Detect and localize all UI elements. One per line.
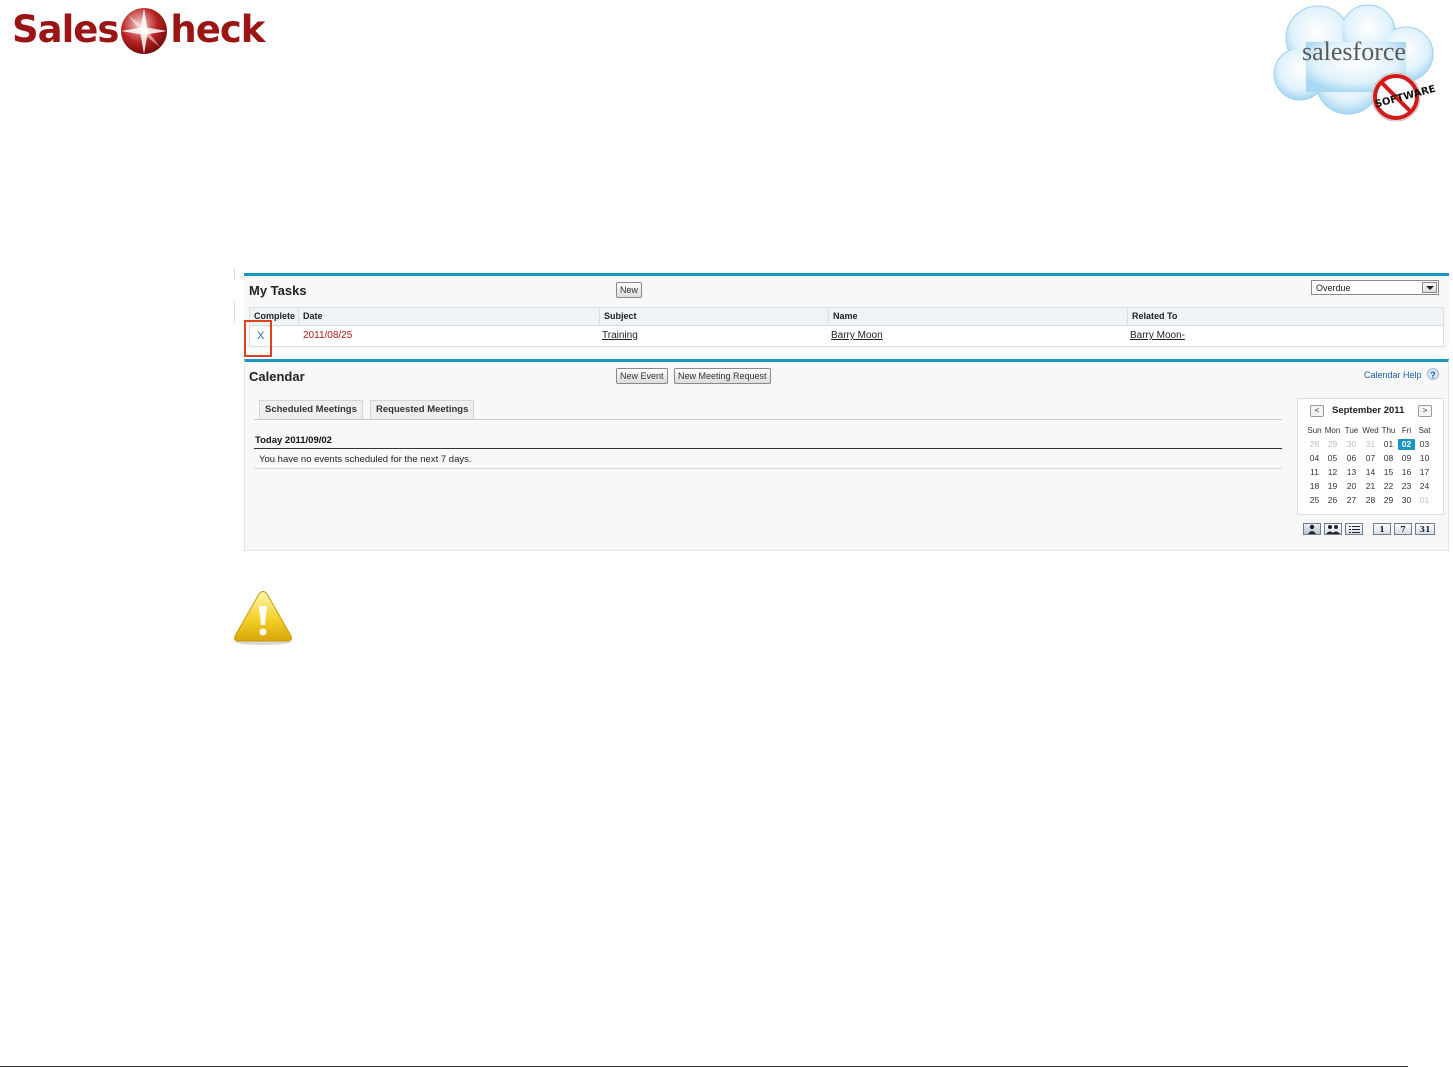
single-user-view-button[interactable] [1303, 523, 1321, 535]
list-view-button[interactable] [1345, 523, 1363, 535]
month-view-button[interactable]: 31 [1415, 523, 1435, 535]
calendar-day[interactable]: 31 [1362, 439, 1379, 450]
table-header-row: Complete Date Subject Name Related To [250, 308, 1443, 326]
calendar-day[interactable]: 27 [1343, 495, 1360, 506]
calendar-day[interactable]: 24 [1416, 481, 1433, 492]
tasks-table: Complete Date Subject Name Related To X … [249, 307, 1444, 347]
salesforce-wordmark: salesforce [1302, 37, 1406, 66]
my-tasks-panel: My Tasks New Overdue Complete Date Subje… [244, 273, 1449, 349]
highlight-annotation-box [244, 320, 272, 357]
new-meeting-request-button[interactable]: New Meeting Request [674, 368, 771, 384]
column-header-related-to[interactable]: Related To [1127, 308, 1444, 325]
calendar-day[interactable]: 23 [1398, 481, 1415, 492]
calendar-day[interactable]: 30 [1398, 495, 1415, 506]
help-icon[interactable]: ? [1427, 368, 1439, 380]
weekday-label: Thu [1381, 426, 1396, 435]
weekday-label: Sat [1418, 426, 1431, 435]
prev-month-button[interactable]: < [1310, 405, 1324, 417]
today-date-label: Today 2011/09/02 [255, 435, 332, 446]
column-header-date[interactable]: Date [298, 308, 598, 325]
footer-divider [0, 1066, 1408, 1067]
new-task-button[interactable]: New [616, 282, 643, 298]
logo-globe-icon [121, 8, 168, 54]
calendar-day[interactable]: 26 [1324, 495, 1341, 506]
calendar-day[interactable]: 25 [1306, 495, 1323, 506]
divider [234, 268, 235, 280]
column-header-name[interactable]: Name [828, 308, 1127, 325]
calendar-help-link[interactable]: Calendar Help [1364, 370, 1422, 380]
calendar-day[interactable]: 30 [1343, 439, 1360, 450]
task-related-to-link[interactable]: Barry Moon- [1130, 330, 1185, 341]
calendar-day[interactable]: 19 [1324, 481, 1341, 492]
calendar-day[interactable]: 07 [1362, 453, 1379, 464]
column-header-subject[interactable]: Subject [599, 308, 828, 325]
saleschek-logo: Sales heck [12, 4, 265, 56]
salesforce-cloud-logo: salesforce SOFTWARE [1273, 4, 1437, 122]
new-event-button[interactable]: New Event [616, 368, 668, 384]
calendar-day[interactable]: 08 [1380, 453, 1397, 464]
divider [254, 448, 1282, 449]
calendar-day[interactable]: 29 [1380, 495, 1397, 506]
calendar-day[interactable]: 18 [1306, 481, 1323, 492]
my-tasks-title: My Tasks [249, 283, 307, 298]
weekday-label: Fri [1401, 426, 1412, 435]
calendar-day[interactable]: 01 [1416, 495, 1433, 506]
calendar-panel: Calendar New Event New Meeting Request C… [244, 359, 1449, 551]
no-events-message: You have no events scheduled for the nex… [259, 454, 472, 465]
people-icon [1326, 525, 1340, 534]
chevron-down-icon[interactable] [1422, 282, 1437, 293]
calendar-day[interactable]: 28 [1362, 495, 1379, 506]
calendar-day[interactable]: 09 [1398, 453, 1415, 464]
calendar-day[interactable]: 03 [1416, 439, 1433, 450]
calendar-day[interactable]: 17 [1416, 467, 1433, 478]
mini-calendar: < September 2011 > Sun Mon Tue Wed Thu Fri Sat… [1297, 398, 1444, 515]
calendar-day[interactable]: 15 [1380, 467, 1397, 478]
divider [254, 468, 1282, 469]
task-date: 2011/08/25 [303, 330, 353, 341]
task-view-selected-value: Overdue [1316, 283, 1351, 293]
task-name-link[interactable]: Barry Moon [831, 330, 883, 341]
tab-requested-meetings[interactable]: Requested Meetings [370, 400, 475, 419]
list-icon [1349, 526, 1360, 533]
next-month-button[interactable]: > [1418, 405, 1432, 417]
calendar-day[interactable]: 11 [1306, 467, 1323, 478]
calendar-day[interactable]: 20 [1343, 481, 1360, 492]
weekday-label: Mon [1324, 426, 1341, 435]
calendar-day[interactable]: 21 [1362, 481, 1379, 492]
calendar-day[interactable]: 02 [1398, 439, 1415, 450]
calendar-day[interactable]: 12 [1324, 467, 1341, 478]
calendar-day[interactable]: 06 [1343, 453, 1360, 464]
weekday-label: Tue [1344, 426, 1359, 435]
calendar-day[interactable]: 22 [1380, 481, 1397, 492]
divider [234, 302, 235, 322]
no-software-stamp-icon: SOFTWARE [1371, 72, 1437, 122]
calendar-day[interactable]: 14 [1362, 467, 1379, 478]
logo-text-left: Sales [12, 8, 119, 51]
calendar-day[interactable]: 01 [1380, 439, 1397, 450]
calendar-day[interactable]: 05 [1324, 453, 1341, 464]
calendar-day[interactable]: 16 [1398, 467, 1415, 478]
week-view-button[interactable]: 7 [1394, 523, 1412, 535]
calendar-day[interactable]: 13 [1343, 467, 1360, 478]
warning-icon [234, 591, 292, 645]
weekday-label: Sun [1307, 426, 1322, 435]
calendar-day[interactable]: 10 [1416, 453, 1433, 464]
mini-calendar-month-title: September 2011 [1332, 405, 1405, 416]
calendar-day[interactable]: 29 [1324, 439, 1341, 450]
calendar-day[interactable]: 28 [1306, 439, 1323, 450]
calendar-day[interactable]: 04 [1306, 453, 1323, 464]
calendar-title: Calendar [249, 369, 305, 384]
task-subject-link[interactable]: Training [602, 330, 638, 341]
person-icon [1308, 524, 1316, 534]
weekday-label: Wed [1362, 426, 1379, 435]
logo-text-right: heck [170, 8, 265, 51]
day-view-button[interactable]: 1 [1373, 523, 1391, 535]
tab-scheduled-meetings[interactable]: Scheduled Meetings [259, 400, 363, 419]
multi-user-view-button[interactable] [1324, 523, 1342, 535]
task-view-select[interactable]: Overdue [1311, 280, 1439, 295]
divider [254, 419, 1282, 420]
